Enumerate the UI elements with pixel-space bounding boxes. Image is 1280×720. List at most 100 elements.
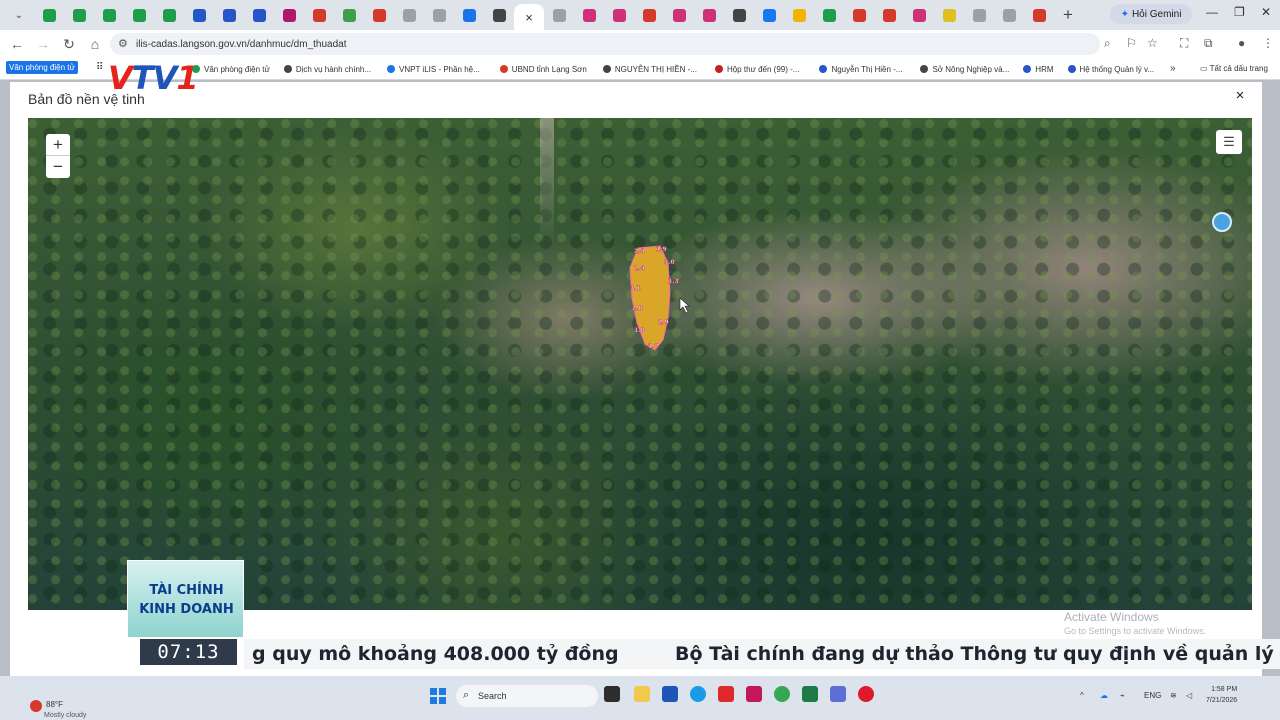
start-button[interactable]: [430, 688, 446, 704]
tab-tabs-right-14[interactable]: [964, 4, 994, 26]
bookmark-item[interactable]: UBND tỉnh Lạng Sơn: [499, 65, 587, 74]
opera-icon[interactable]: [858, 686, 874, 702]
tab-close-icon[interactable]: ×: [525, 10, 533, 25]
layers-menu-button[interactable]: ☰: [1216, 130, 1242, 154]
dialog-close-button[interactable]: ×: [1230, 86, 1250, 106]
chat-app-icon[interactable]: [830, 686, 846, 702]
tab-tabs-left-11[interactable]: [364, 4, 394, 26]
wifi-icon[interactable]: ≋: [1170, 691, 1177, 700]
tab-tabs-left-5[interactable]: [184, 4, 214, 26]
tab-tabs-right-3[interactable]: [634, 4, 664, 26]
tab-tabs-left-1[interactable]: [64, 4, 94, 26]
reload-icon[interactable]: ↻: [56, 36, 82, 53]
task-view-icon[interactable]: [604, 686, 620, 702]
edge-icon[interactable]: [690, 686, 706, 702]
tab-tabs-left-4[interactable]: [154, 4, 184, 26]
tab-tabs-right-8[interactable]: [784, 4, 814, 26]
tab-tabs-left-14[interactable]: [454, 4, 484, 26]
tab-tabs-right-7[interactable]: [754, 4, 784, 26]
bookmark-item[interactable]: Văn phòng điện tử: [192, 65, 270, 74]
tab-tabs-left-13[interactable]: [424, 4, 454, 26]
tab-tabs-right-0[interactable]: [544, 4, 574, 26]
translate-icon[interactable]: ⚐: [1126, 36, 1137, 50]
excel-icon[interactable]: [802, 686, 818, 702]
forward-icon[interactable]: →: [30, 36, 56, 52]
tab-tabs-right-6[interactable]: [724, 4, 754, 26]
clock-area[interactable]: 1:58 PM 7/21/2026: [1206, 684, 1237, 706]
tab-tabs-right-5[interactable]: [694, 4, 724, 26]
all-bookmarks[interactable]: ▭ Tất cả dấu trang: [1200, 64, 1268, 73]
volume-icon[interactable]: ◁: [1186, 691, 1192, 700]
bookmark-item[interactable]: Hệ thống Quản lý v...: [1067, 65, 1154, 74]
all-bookmarks-label: Tất cả dấu trang: [1209, 64, 1268, 73]
taskbar-search[interactable]: ⌕ Search: [456, 685, 598, 707]
satellite-map[interactable]: 2.4 1.9 2.4 3.0 3.1 1.3 2.0 2.9 1.8 1.2 + − ☰: [28, 118, 1252, 610]
menu-icon[interactable]: ⋮: [1262, 36, 1274, 50]
tab-tabs-left-9[interactable]: [304, 4, 334, 26]
tab-tabs-left-10[interactable]: [334, 4, 364, 26]
maximize-icon[interactable]: ❐: [1234, 5, 1245, 19]
tab-tabs-left-12[interactable]: [394, 4, 424, 26]
weather-icon[interactable]: [30, 700, 42, 712]
zoom-in-button[interactable]: +: [46, 134, 70, 156]
bookmark-star-icon[interactable]: ☆: [1147, 36, 1158, 50]
tab-tabs-right-4[interactable]: [664, 4, 694, 26]
vivaldi-icon[interactable]: [746, 686, 762, 702]
store-icon[interactable]: [662, 686, 678, 702]
tab-tabs-right-13[interactable]: [934, 4, 964, 26]
tab-tabs-right-11[interactable]: [874, 4, 904, 26]
file-explorer-icon[interactable]: [634, 686, 650, 702]
tab-tabs-right-10[interactable]: [844, 4, 874, 26]
bookmark-item[interactable]: VNPT iLIS - Phần hệ...: [387, 65, 480, 74]
tab-tabs-right-1[interactable]: [574, 4, 604, 26]
bookmark-item[interactable]: HRM: [1023, 65, 1054, 74]
tab-tabs-right-15[interactable]: [994, 4, 1024, 26]
bookmarks-more[interactable]: »: [1170, 63, 1176, 74]
input-language[interactable]: ENG: [1144, 691, 1161, 700]
bookmark-first[interactable]: Văn phòng điện tử: [6, 61, 78, 74]
window-close-icon[interactable]: ✕: [1261, 5, 1271, 19]
tray-chevron-icon[interactable]: ^: [1080, 691, 1084, 700]
screenshot-icon[interactable]: ⛶: [1180, 36, 1188, 51]
address-bar[interactable]: ⚙ ilis-cadas.langson.gov.vn/danhmuc/dm_t…: [110, 33, 1100, 55]
site-info-icon[interactable]: ⚙: [118, 37, 128, 50]
tab-tabs-left-15[interactable]: [484, 4, 514, 26]
tab-tabs-right-2[interactable]: [604, 4, 634, 26]
tab-tabs-left-3[interactable]: [124, 4, 154, 26]
tab-list-icon[interactable]: ⌄: [4, 4, 34, 26]
home-icon[interactable]: ⌂: [82, 36, 108, 52]
tab-tabs-right-9[interactable]: [814, 4, 844, 26]
minimize-icon[interactable]: —: [1206, 5, 1218, 19]
apps-grid-icon[interactable]: ⠿: [96, 62, 103, 73]
youtube-icon[interactable]: [718, 686, 734, 702]
tab-tabs-left-2[interactable]: [94, 4, 124, 26]
zoom-out-button[interactable]: −: [46, 156, 70, 178]
chrome-icon[interactable]: [774, 686, 790, 702]
extensions-icon[interactable]: ⧉: [1204, 36, 1213, 51]
network-icon[interactable]: ⌁: [1120, 691, 1125, 700]
bookmark-item[interactable]: Nguyễn Thị Hiền -...: [819, 65, 902, 74]
tab-tabs-right-12[interactable]: [904, 4, 934, 26]
active-tab[interactable]: ×: [514, 4, 544, 30]
tab-tabs-right-16[interactable]: [1024, 4, 1054, 26]
onedrive-icon[interactable]: ☁: [1100, 691, 1108, 700]
profile-icon[interactable]: ●: [1238, 36, 1245, 50]
tab-tabs-left-7[interactable]: [244, 4, 274, 26]
bookmark-label: Nguyễn Thị Hiền -...: [831, 64, 903, 74]
tab-tabs-left-0[interactable]: [34, 4, 64, 26]
sparkle-icon: ✦: [1120, 8, 1129, 20]
bookmark-item[interactable]: Dịch vụ hành chính...: [283, 65, 371, 74]
bookmark-item[interactable]: Sở Nông Nghiệp và...: [920, 65, 1009, 74]
bookmark-item[interactable]: NGUYỄN THỊ HIỀN -...: [602, 65, 697, 74]
bookmark-favicon-icon: [387, 65, 396, 73]
back-icon[interactable]: ←: [4, 36, 30, 52]
tab-tabs-left-8[interactable]: [274, 4, 304, 26]
new-tab-button[interactable]: +: [1054, 5, 1082, 25]
bookmark-item[interactable]: Hộp thư đến (99) -...: [714, 65, 799, 74]
tab-favicon-icon: [612, 8, 626, 22]
zoom-icon[interactable]: ⌕: [1104, 36, 1111, 51]
gemini-button[interactable]: ✦ Hỏi Gemini: [1110, 4, 1192, 24]
side-assistant-icon[interactable]: [1212, 212, 1232, 232]
weather-temp[interactable]: 88°F: [46, 700, 63, 709]
tab-tabs-left-6[interactable]: [214, 4, 244, 26]
